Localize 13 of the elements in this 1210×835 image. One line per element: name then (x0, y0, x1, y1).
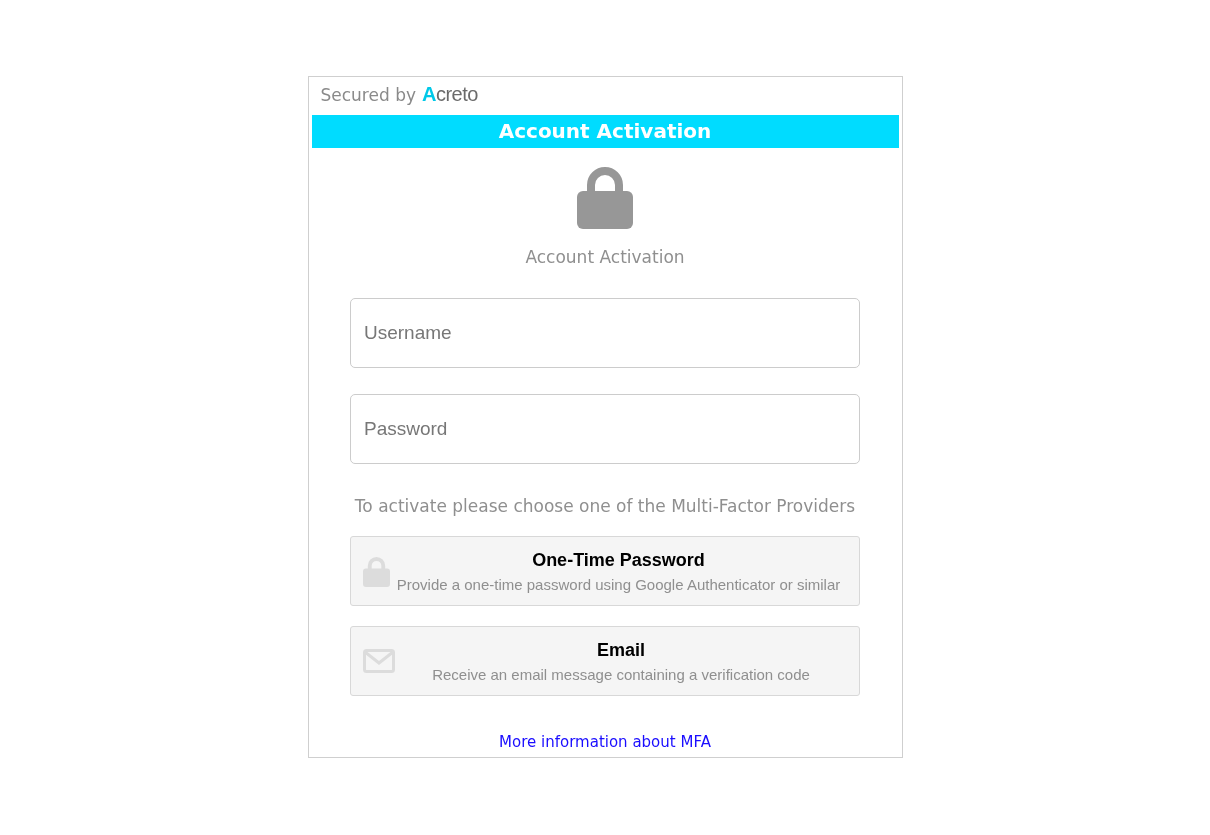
provider-option[interactable]: Email Receive an email message containing a verification code (350, 626, 860, 696)
input-field[interactable]: Username (350, 298, 860, 368)
envelope-icon (363, 649, 395, 673)
lock-icon (577, 165, 633, 229)
input-field[interactable]: Password (350, 394, 860, 464)
instruction-text: To activate please choose one of the Multi-Factor Providers (354, 496, 856, 516)
banner-title: Account Activation (311, 115, 899, 148)
secured-by-label: Secured by (320, 85, 416, 105)
mfa-info-link[interactable]: More information about MFA (499, 733, 711, 751)
provider-option[interactable]: One-Time Password Provide a one-time password using Google Authenticator or similar (350, 536, 860, 606)
form-heading: Account Activation (525, 247, 685, 267)
brand-logo: Acreto (422, 83, 478, 106)
lock-icon (363, 555, 390, 587)
